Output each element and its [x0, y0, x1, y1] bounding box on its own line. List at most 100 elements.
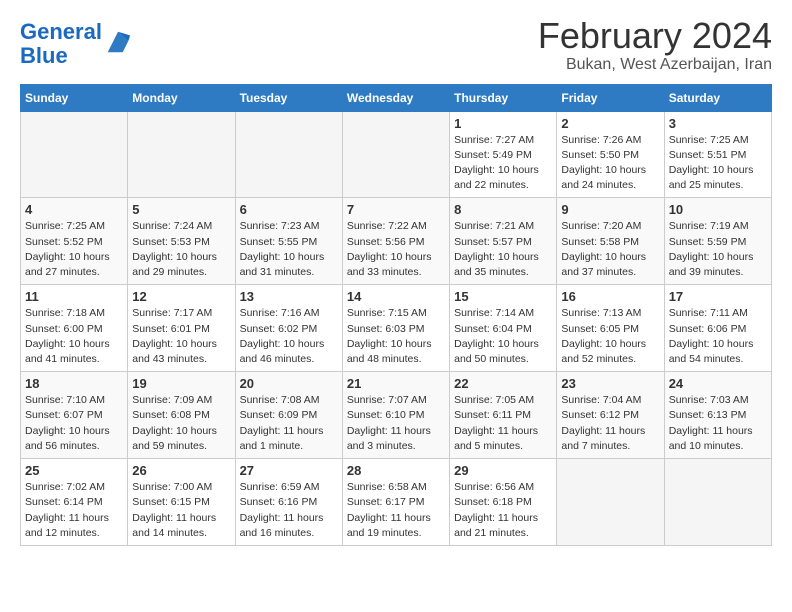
day-number: 2: [561, 116, 659, 131]
day-number: 6: [240, 202, 338, 217]
day-info: Sunrise: 7:00 AM Sunset: 6:15 PM Dayligh…: [132, 480, 230, 541]
calendar-cell: 19 Sunrise: 7:09 AM Sunset: 6:08 PM Dayli…: [128, 372, 235, 459]
calendar-cell: 18 Sunrise: 7:10 AM Sunset: 6:07 PM Dayli…: [21, 372, 128, 459]
logo-text: General Blue: [20, 20, 102, 68]
month-title: February 2024: [538, 16, 772, 56]
calendar-week-row: 25Sunrise: 7:02 AM Sunset: 6:14 PM Dayli…: [21, 459, 772, 546]
logo-blue: Blue: [20, 43, 68, 68]
day-number: 13: [240, 289, 338, 304]
calendar-cell: 14Sunrise: 7:15 AM Sunset: 6:03 PM Dayli…: [342, 285, 449, 372]
day-of-week-header: Wednesday: [342, 84, 449, 111]
calendar-cell: 2 Sunrise: 7:26 AM Sunset: 5:50 PM Daylig…: [557, 111, 664, 198]
day-info: Sunrise: 7:21 AM Sunset: 5:57 PM Dayligh…: [454, 219, 552, 280]
day-number: 17: [669, 289, 767, 304]
calendar-cell: [128, 111, 235, 198]
day-of-week-header: Sunday: [21, 84, 128, 111]
calendar-cell: 29 Sunrise: 6:56 AM Sunset: 6:18 PM Dayli…: [450, 459, 557, 546]
calendar-cell: 23Sunrise: 7:04 AM Sunset: 6:12 PM Dayli…: [557, 372, 664, 459]
day-info: Sunrise: 7:15 AM Sunset: 6:03 PM Dayligh…: [347, 306, 445, 367]
day-info: Sunrise: 7:19 AM Sunset: 5:59 PM Dayligh…: [669, 219, 767, 280]
calendar-cell: 17 Sunrise: 7:11 AM Sunset: 6:06 PM Dayli…: [664, 285, 771, 372]
calendar-cell: 11 Sunrise: 7:18 AM Sunset: 6:00 PM Dayli…: [21, 285, 128, 372]
calendar-week-row: 4 Sunrise: 7:25 AM Sunset: 5:52 PM Daylig…: [21, 198, 772, 285]
day-number: 18: [25, 376, 123, 391]
calendar-week-row: 1 Sunrise: 7:27 AM Sunset: 5:49 PM Daylig…: [21, 111, 772, 198]
calendar-cell: 7Sunrise: 7:22 AM Sunset: 5:56 PM Daylig…: [342, 198, 449, 285]
day-info: Sunrise: 7:13 AM Sunset: 6:05 PM Dayligh…: [561, 306, 659, 367]
day-number: 4: [25, 202, 123, 217]
day-number: 21: [347, 376, 445, 391]
day-of-week-header: Thursday: [450, 84, 557, 111]
calendar-cell: 15Sunrise: 7:14 AM Sunset: 6:04 PM Dayli…: [450, 285, 557, 372]
day-info: Sunrise: 6:59 AM Sunset: 6:16 PM Dayligh…: [240, 480, 338, 541]
day-number: 23: [561, 376, 659, 391]
calendar-cell: [21, 111, 128, 198]
day-info: Sunrise: 7:09 AM Sunset: 6:08 PM Dayligh…: [132, 393, 230, 454]
calendar-cell: 13Sunrise: 7:16 AM Sunset: 6:02 PM Dayli…: [235, 285, 342, 372]
location-title: Bukan, West Azerbaijan, Iran: [538, 56, 772, 74]
day-number: 27: [240, 463, 338, 478]
day-of-week-header: Friday: [557, 84, 664, 111]
calendar-cell: 25Sunrise: 7:02 AM Sunset: 6:14 PM Dayli…: [21, 459, 128, 546]
calendar-cell: 21Sunrise: 7:07 AM Sunset: 6:10 PM Dayli…: [342, 372, 449, 459]
day-info: Sunrise: 7:22 AM Sunset: 5:56 PM Dayligh…: [347, 219, 445, 280]
day-number: 15: [454, 289, 552, 304]
calendar-week-row: 11 Sunrise: 7:18 AM Sunset: 6:00 PM Dayli…: [21, 285, 772, 372]
day-number: 24: [669, 376, 767, 391]
calendar-cell: 24Sunrise: 7:03 AM Sunset: 6:13 PM Dayli…: [664, 372, 771, 459]
day-info: Sunrise: 7:25 AM Sunset: 5:51 PM Dayligh…: [669, 133, 767, 194]
day-number: 1: [454, 116, 552, 131]
day-of-week-header: Saturday: [664, 84, 771, 111]
day-info: Sunrise: 7:08 AM Sunset: 6:09 PM Dayligh…: [240, 393, 338, 454]
day-info: Sunrise: 7:17 AM Sunset: 6:01 PM Dayligh…: [132, 306, 230, 367]
day-number: 9: [561, 202, 659, 217]
day-number: 29: [454, 463, 552, 478]
day-number: 16: [561, 289, 659, 304]
day-info: Sunrise: 7:10 AM Sunset: 6:07 PM Dayligh…: [25, 393, 123, 454]
calendar-table: SundayMondayTuesdayWednesdayThursdayFrid…: [20, 84, 772, 546]
calendar-cell: [664, 459, 771, 546]
day-info: Sunrise: 7:18 AM Sunset: 6:00 PM Dayligh…: [25, 306, 123, 367]
day-info: Sunrise: 7:23 AM Sunset: 5:55 PM Dayligh…: [240, 219, 338, 280]
day-number: 3: [669, 116, 767, 131]
calendar-cell: [235, 111, 342, 198]
calendar-cell: 22 Sunrise: 7:05 AM Sunset: 6:11 PM Dayli…: [450, 372, 557, 459]
day-number: 26: [132, 463, 230, 478]
day-number: 10: [669, 202, 767, 217]
logo-icon: [104, 28, 132, 56]
day-info: Sunrise: 7:05 AM Sunset: 6:11 PM Dayligh…: [454, 393, 552, 454]
calendar-week-row: 18 Sunrise: 7:10 AM Sunset: 6:07 PM Dayli…: [21, 372, 772, 459]
calendar-cell: 12Sunrise: 7:17 AM Sunset: 6:01 PM Dayli…: [128, 285, 235, 372]
calendar-cell: [557, 459, 664, 546]
calendar-cell: 3 Sunrise: 7:25 AM Sunset: 5:51 PM Daylig…: [664, 111, 771, 198]
day-number: 20: [240, 376, 338, 391]
day-info: Sunrise: 7:27 AM Sunset: 5:49 PM Dayligh…: [454, 133, 552, 194]
title-block: February 2024 Bukan, West Azerbaijan, Ir…: [538, 16, 772, 74]
calendar-cell: 28 Sunrise: 6:58 AM Sunset: 6:17 PM Dayli…: [342, 459, 449, 546]
calendar-cell: 20 Sunrise: 7:08 AM Sunset: 6:09 PM Dayli…: [235, 372, 342, 459]
page-header: General Blue February 2024 Bukan, West A…: [20, 16, 772, 74]
day-number: 22: [454, 376, 552, 391]
day-number: 5: [132, 202, 230, 217]
calendar-cell: 27 Sunrise: 6:59 AM Sunset: 6:16 PM Dayli…: [235, 459, 342, 546]
logo-general: General: [20, 19, 102, 44]
logo: General Blue: [20, 20, 132, 68]
day-info: Sunrise: 6:56 AM Sunset: 6:18 PM Dayligh…: [454, 480, 552, 541]
calendar-cell: 26 Sunrise: 7:00 AM Sunset: 6:15 PM Dayli…: [128, 459, 235, 546]
day-number: 8: [454, 202, 552, 217]
day-number: 28: [347, 463, 445, 478]
day-info: Sunrise: 7:11 AM Sunset: 6:06 PM Dayligh…: [669, 306, 767, 367]
day-info: Sunrise: 7:20 AM Sunset: 5:58 PM Dayligh…: [561, 219, 659, 280]
calendar-cell: 16 Sunrise: 7:13 AM Sunset: 6:05 PM Dayli…: [557, 285, 664, 372]
calendar-cell: 6 Sunrise: 7:23 AM Sunset: 5:55 PM Daylig…: [235, 198, 342, 285]
day-info: Sunrise: 7:25 AM Sunset: 5:52 PM Dayligh…: [25, 219, 123, 280]
day-number: 11: [25, 289, 123, 304]
calendar-cell: 5 Sunrise: 7:24 AM Sunset: 5:53 PM Daylig…: [128, 198, 235, 285]
day-number: 19: [132, 376, 230, 391]
calendar-cell: 1 Sunrise: 7:27 AM Sunset: 5:49 PM Daylig…: [450, 111, 557, 198]
day-info: Sunrise: 7:26 AM Sunset: 5:50 PM Dayligh…: [561, 133, 659, 194]
day-info: Sunrise: 6:58 AM Sunset: 6:17 PM Dayligh…: [347, 480, 445, 541]
day-info: Sunrise: 7:02 AM Sunset: 6:14 PM Dayligh…: [25, 480, 123, 541]
day-info: Sunrise: 7:24 AM Sunset: 5:53 PM Dayligh…: [132, 219, 230, 280]
day-of-week-header: Monday: [128, 84, 235, 111]
